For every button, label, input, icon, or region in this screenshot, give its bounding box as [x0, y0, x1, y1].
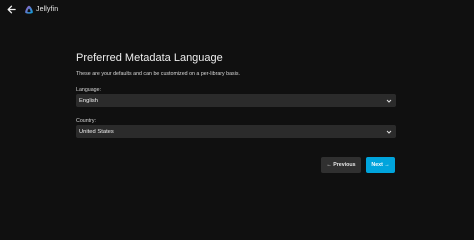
back-button[interactable] — [3, 2, 19, 18]
next-button[interactable]: Next → — [366, 157, 395, 173]
top-bar: Jellyfin — [0, 0, 474, 19]
app-name: Jellyfin — [36, 6, 59, 13]
page-title: Preferred Metadata Language — [76, 52, 223, 64]
country-select[interactable]: United States — [76, 125, 396, 138]
language-label: Language: — [76, 87, 102, 93]
wizard-page: Preferred Metadata Language These are yo… — [0, 19, 474, 231]
chevron-down-icon — [385, 97, 393, 105]
app-logo[interactable]: Jellyfin — [24, 5, 58, 15]
chevron-down-icon — [385, 128, 393, 136]
jellyfin-logo-icon — [25, 5, 33, 14]
language-select-value: English — [79, 97, 99, 104]
page-description: These are your defaults and can be custo… — [76, 71, 240, 77]
country-select-value: United States — [79, 128, 114, 135]
previous-button[interactable]: ← Previous — [321, 157, 361, 173]
arrow-left-icon — [7, 5, 16, 14]
language-select[interactable]: English — [76, 94, 396, 107]
country-label: Country: — [76, 118, 97, 124]
